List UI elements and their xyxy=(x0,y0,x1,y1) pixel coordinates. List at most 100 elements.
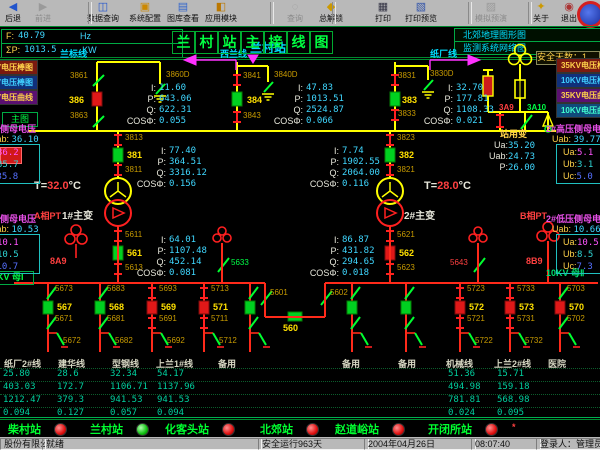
status-user: 登录人：管理员 xyxy=(536,438,600,450)
breaker-icon[interactable] xyxy=(92,92,400,321)
ground-switch-icon[interactable] xyxy=(361,333,368,345)
title-char: 接 xyxy=(264,31,287,54)
closed-disconnector-icon[interactable] xyxy=(200,318,208,328)
phase-voltage-row: Ua:5.1 xyxy=(563,147,593,158)
transformer-name: 2#主变 xyxy=(404,211,435,223)
station-button-label: 开闭所站 xyxy=(428,421,472,437)
ground-switch-label: 5682 xyxy=(115,336,133,345)
disconnector-label: 5731 xyxy=(517,314,535,323)
switch-label: 3A9 xyxy=(499,103,514,112)
breaker-icon[interactable] xyxy=(43,301,53,314)
disconnector-label: 5711 xyxy=(211,314,228,323)
disconnector-label: 5713 xyxy=(211,284,229,293)
phase-voltage-row: Ub:8.5 xyxy=(563,249,593,260)
ground-switch-icon[interactable] xyxy=(415,333,422,345)
closed-disconnector-icon[interactable] xyxy=(148,318,156,328)
breaker-icon[interactable] xyxy=(95,301,105,314)
reading-row: Q:1108.33 xyxy=(407,104,494,115)
reading-row: COSΦ:0.018 xyxy=(293,267,375,278)
breaker-icon[interactable] xyxy=(555,301,565,314)
phase-voltage-row: Ua:10.1 xyxy=(0,237,19,248)
breaker-icon[interactable] xyxy=(347,301,357,314)
station-button-6[interactable]: 开闭所站 xyxy=(428,421,498,437)
closed-disconnector-icon[interactable] xyxy=(200,288,208,298)
scada-window: ◀后退▶前进◫数据查询▣系统配置▤图库查看◧应用模块◌查询◆总解锁▦打印▧打印预… xyxy=(0,0,600,450)
disconnector-label: 3831 xyxy=(398,71,416,80)
breaker-icon[interactable] xyxy=(401,301,411,314)
feeder-reading: 1137.96 xyxy=(157,382,195,392)
reading-block: I:11.60P:643.06Q:622.31COSΦ:0.055 xyxy=(110,82,192,126)
ground-switch-icon[interactable] xyxy=(259,333,266,345)
ground-switch-label: 5672 xyxy=(63,336,81,345)
breaker-label: 573 xyxy=(519,302,534,312)
ground-switch-icon[interactable] xyxy=(569,333,576,345)
station-button-2[interactable]: 兰村站 xyxy=(90,421,149,437)
reading-block: I:64.01P:1107.48Q:452.14COSΦ:0.081 xyxy=(120,234,207,278)
phase-voltage-box: Ua:5.1Ub:3.1Uc:5.0 xyxy=(556,144,600,184)
breaker-icon[interactable] xyxy=(505,301,515,314)
station-led-icon xyxy=(392,423,405,436)
kv-chart-button-left-1[interactable]: 35KV电压棒图 xyxy=(0,60,38,75)
breaker-label: 386 xyxy=(69,95,84,105)
disconnector-label: 5733 xyxy=(517,284,535,293)
closed-disconnector-icon[interactable] xyxy=(456,318,464,328)
feeder-reading: 0.057 xyxy=(110,408,137,418)
feeder-name: 兰标线 xyxy=(60,49,87,59)
disconnector-label: 3821 xyxy=(397,165,415,174)
tie-disconnector-label: 5602 xyxy=(330,288,348,297)
breaker-icon[interactable] xyxy=(455,301,465,314)
station-button-1[interactable]: 柴村站 xyxy=(8,421,67,437)
reading-row: P:177.81 xyxy=(407,93,494,104)
station-button-3[interactable]: 化客头站 xyxy=(165,421,235,437)
breaker-label: 562 xyxy=(399,248,414,258)
reading-row: I:11.60 xyxy=(110,82,192,93)
station-led-icon xyxy=(54,423,67,436)
closed-disconnector-icon[interactable] xyxy=(148,288,156,298)
reading-row: P:1107.48 xyxy=(120,245,207,256)
disconnector-label: 5623 xyxy=(397,263,415,272)
disconnector-label: 5702 xyxy=(567,314,585,323)
disconnector-label: 5693 xyxy=(159,284,177,293)
station-button-4[interactable]: 北郊站 xyxy=(260,421,319,437)
breaker-icon[interactable] xyxy=(199,301,209,314)
status-bar: 股份有限公司就绪安全运行963天2004年04月26日08:07:40登录人：管… xyxy=(0,437,600,450)
station-button-label: 柴村站 xyxy=(8,421,41,437)
feeder-reading: 172.7 xyxy=(57,382,84,392)
star-indicator: * xyxy=(512,422,516,432)
reading-row: COSΦ:0.021 xyxy=(407,115,494,126)
title-char: 主 xyxy=(241,31,264,54)
kv-chart-button-right-3[interactable]: 35KV电压曲线 xyxy=(556,88,600,103)
feeder-reading: 941.53 xyxy=(157,395,190,405)
phase-voltage-row: Ua:36.2 xyxy=(0,147,19,158)
station-led-icon xyxy=(222,423,235,436)
feeder-name: 备用 xyxy=(398,357,416,370)
breaker-label: 572 xyxy=(469,302,484,312)
kv-chart-button-right-4[interactable]: 10KV电压曲线 xyxy=(556,103,600,118)
station-button-5[interactable]: 赵道峪站 xyxy=(335,421,405,437)
reading-row: P:1013.51 xyxy=(257,93,344,104)
closed-disconnector-icon[interactable] xyxy=(506,318,514,328)
reading-block: I:7.74P:1902.55Q:2064.00COSΦ:0.116 xyxy=(293,145,380,189)
closed-disconnector-icon[interactable] xyxy=(456,288,464,298)
reading-row: Q:452.14 xyxy=(120,256,207,267)
station-transformer-row: Ua: 35.20 xyxy=(470,140,538,151)
closed-disconnector-icon[interactable] xyxy=(506,288,514,298)
feeder-reading: 494.98 xyxy=(448,382,481,392)
reading-block: I:77.40P:364.51Q:3316.12COSΦ:0.156 xyxy=(120,145,207,189)
kv-chart-button-left-2[interactable]: 10KV电压棒图 xyxy=(0,75,38,90)
kv-chart-button-right-1[interactable]: 35KV电压棒图 xyxy=(556,58,600,73)
breaker-icon[interactable] xyxy=(245,301,255,314)
phase-voltage-row: Uc:35.8 xyxy=(0,171,18,182)
reading-row: Q:2064.00 xyxy=(293,167,380,178)
reading-block: I:86.87P:431.82Q:294.65COSΦ:0.018 xyxy=(293,234,375,278)
disconnector-label: 5721 xyxy=(467,314,485,323)
kv-chart-button-left-3[interactable]: 35KV电压曲线 xyxy=(0,90,38,105)
feeder-reading: 0.095 xyxy=(497,408,524,418)
feeder-name: 备用 xyxy=(218,357,236,370)
disconnector-label: 5673 xyxy=(55,284,73,293)
feeder-reading: 25.80 xyxy=(3,369,30,379)
feeder-reading: 0.127 xyxy=(57,408,84,418)
breaker-icon[interactable] xyxy=(147,301,157,314)
kv-chart-button-right-2[interactable]: 10KV电压棒图 xyxy=(556,73,600,88)
phase-voltage-row: Ub:35.7 xyxy=(0,159,19,170)
